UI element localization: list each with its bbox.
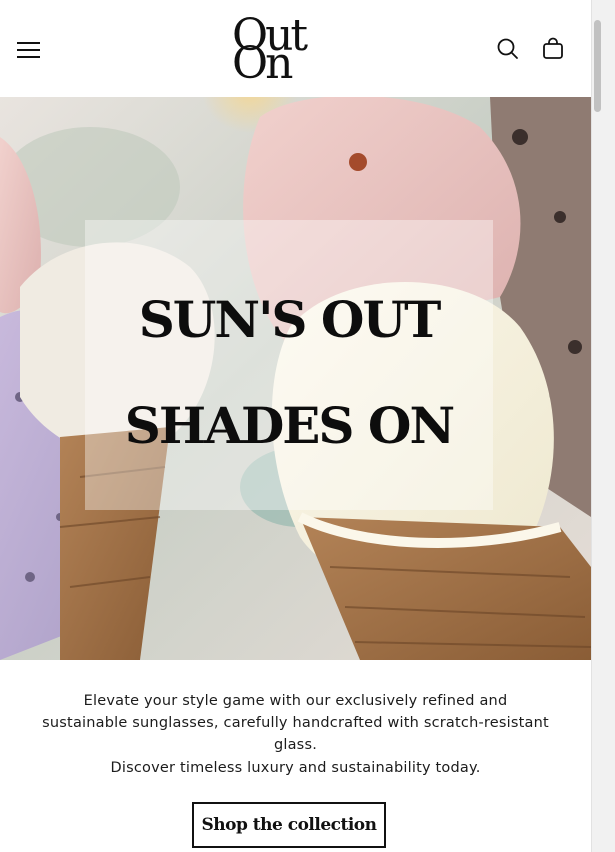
hero-title-line-1: SUN'S OUT bbox=[138, 290, 442, 349]
scrollbar-track-edge bbox=[591, 0, 592, 852]
menu-bar bbox=[17, 42, 40, 44]
hero-title-line-2: SHADES ON bbox=[124, 396, 455, 455]
hero-banner: SUN'S OUT SHADES ON bbox=[0, 97, 591, 660]
menu-bar bbox=[17, 56, 40, 58]
shop-collection-button[interactable]: Shop the collection bbox=[192, 802, 386, 848]
search-icon[interactable] bbox=[495, 36, 521, 62]
scrollbar-thumb[interactable] bbox=[594, 20, 601, 112]
site-header: Out On bbox=[0, 0, 591, 97]
site-logo[interactable]: Out On bbox=[228, 14, 328, 86]
intro-tagline: Discover timeless luxury and sustainabil… bbox=[110, 760, 481, 776]
hero-title: SUN'S OUT SHADES ON bbox=[85, 267, 493, 479]
page-scrollbar[interactable] bbox=[591, 0, 615, 852]
menu-bar bbox=[17, 49, 40, 51]
page-viewport: Out On SUN'S OUT SHADES ON Elevate your … bbox=[0, 0, 591, 852]
hamburger-menu-icon[interactable] bbox=[12, 34, 44, 66]
logo-line-2: On bbox=[232, 38, 293, 89]
shopping-bag-icon[interactable] bbox=[540, 36, 566, 62]
intro-description: Elevate your style game with our exclusi… bbox=[42, 693, 549, 753]
